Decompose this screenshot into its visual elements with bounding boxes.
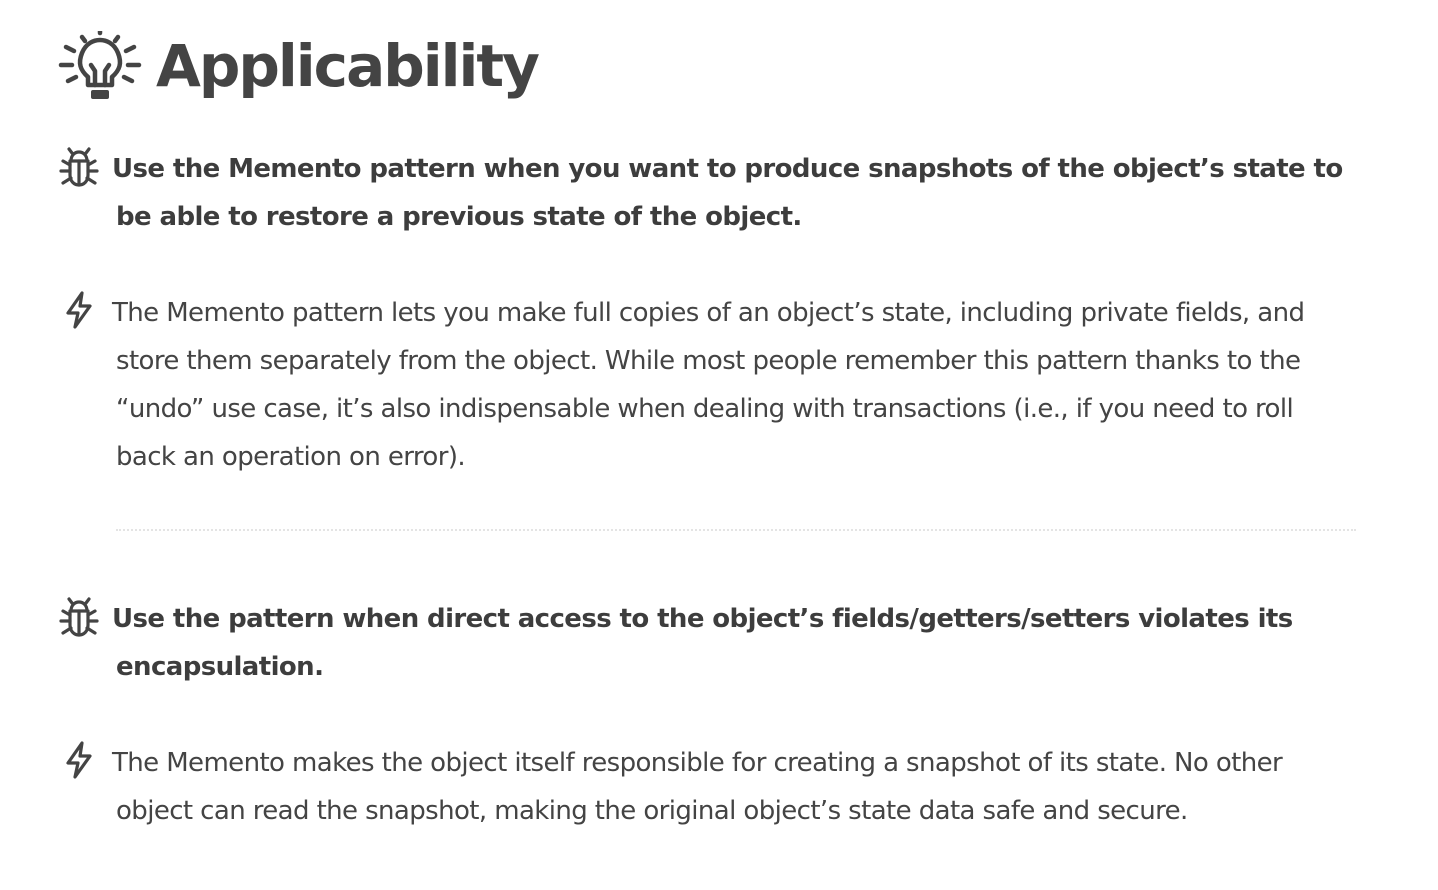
solution-statement: The Memento makes the object itself resp…: [58, 739, 1358, 835]
bug-icon: [59, 147, 99, 187]
solution-statement: The Memento pattern lets you make full c…: [58, 289, 1358, 481]
lightbulb-icon: [58, 31, 142, 99]
problem-text: Use the pattern when direct access to th…: [112, 604, 1293, 682]
bug-icon: [59, 597, 99, 637]
solution-text: The Memento pattern lets you make full c…: [112, 298, 1305, 472]
applicability-section: Applicability Use the Memento pattern wh…: [0, 0, 1438, 890]
problem-statement: Use the pattern when direct access to th…: [58, 595, 1358, 691]
solution-text: The Memento makes the object itself resp…: [112, 748, 1283, 826]
divider: [116, 529, 1356, 531]
lightning-icon: [66, 291, 92, 329]
lightning-icon: [66, 741, 92, 779]
section-title: Applicability: [156, 32, 540, 100]
section-header: Applicability: [58, 24, 540, 108]
problem-text: Use the Memento pattern when you want to…: [112, 154, 1343, 232]
problem-statement: Use the Memento pattern when you want to…: [58, 145, 1358, 241]
